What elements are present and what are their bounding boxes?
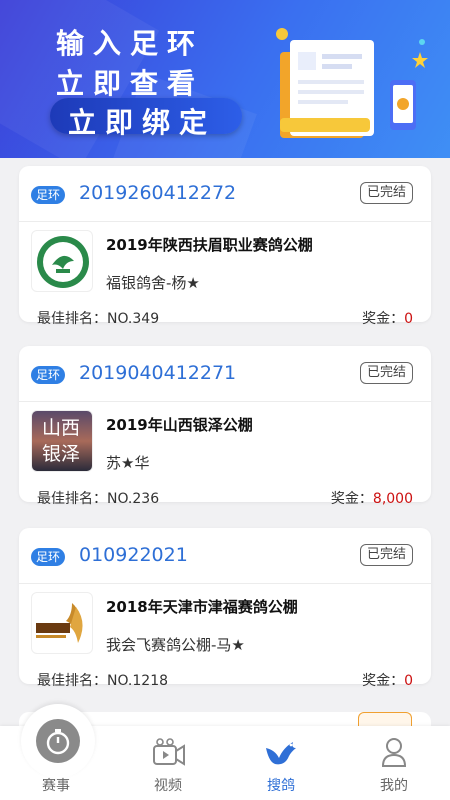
user-icon <box>381 738 407 767</box>
rank-label: 最佳排名： <box>37 491 107 507</box>
video-icon <box>153 738 185 766</box>
prize-label: 奖金： <box>330 491 373 507</box>
prize-value: 8,000 <box>372 491 413 507</box>
rank-label: 最佳排名： <box>37 311 107 327</box>
card-header: 足环 2019260412272 已完结 <box>19 166 431 222</box>
loft-owner: 我会飞赛鸽公棚-马★ <box>106 636 245 654</box>
best-rank: 最佳排名：NO.1218 <box>37 670 168 690</box>
tab-label: 我的 <box>380 778 408 794</box>
prize: 奖金：8,000 <box>331 488 413 508</box>
tab-label: 赛事 <box>42 778 70 794</box>
timer-icon <box>36 719 80 763</box>
loft-owner: 福银鸽舍-杨★ <box>106 274 200 292</box>
banner-line-3: 立即绑定 <box>68 106 217 139</box>
tab-mine[interactable]: 我的 <box>338 726 450 800</box>
tab-search-pigeon[interactable]: 搜鸽 <box>225 726 337 800</box>
top-banner[interactable]: 输入足环 立即查看 立即绑定 <box>0 0 450 158</box>
club-logo-icon <box>31 230 93 292</box>
rank-value: NO.236 <box>107 491 160 507</box>
prize: 奖金：0 <box>362 670 413 690</box>
rank-label: 最佳排名： <box>37 673 107 689</box>
prize-value: 0 <box>404 673 413 689</box>
ring-tag: 足环 <box>31 186 66 204</box>
ring-tag: 足环 <box>31 548 66 566</box>
ring-record-card[interactable]: 足环 010922021 已完结 2018年天津市津福赛鸽公棚 我会飞赛鸽公棚-… <box>19 528 431 689</box>
prize-value: 0 <box>404 311 413 327</box>
best-rank: 最佳排名：NO.236 <box>37 488 159 508</box>
tab-video[interactable]: 视频 <box>112 726 224 800</box>
banner-line-2: 立即查看 <box>56 67 205 100</box>
ring-record-card[interactable]: 足环 2019260412272 已完结 2019年陕西扶眉职业赛鸽公棚 福银鸽… <box>19 166 431 327</box>
status-badge: 已完结 <box>359 182 413 204</box>
tab-label: 视频 <box>154 778 182 794</box>
ring-record-card[interactable]: 足环 2019040412271 已完结 山西 银泽 2019年山西银泽公棚 苏… <box>19 346 431 507</box>
events-center-button[interactable] <box>21 704 95 778</box>
status-badge-partial <box>358 712 412 726</box>
rank-value: NO.1218 <box>107 673 169 689</box>
race-name: 2019年山西银泽公棚 <box>106 416 253 434</box>
logo-text: 山西 <box>42 417 81 439</box>
club-logo-icon <box>31 592 93 654</box>
banner-line-1: 输入足环 <box>56 27 205 60</box>
status-badge: 已完结 <box>359 362 413 384</box>
ring-number: 010922021 <box>79 544 188 566</box>
bird-icon <box>266 742 296 765</box>
ring-number: 2019260412272 <box>79 182 237 204</box>
prize-label: 奖金： <box>362 311 405 327</box>
race-name: 2018年天津市津福赛鸽公棚 <box>106 598 298 616</box>
race-name: 2019年陕西扶眉职业赛鸽公棚 <box>106 236 313 254</box>
prize: 奖金：0 <box>362 308 413 328</box>
status-badge: 已完结 <box>359 544 413 566</box>
ring-tag: 足环 <box>31 366 66 384</box>
tab-label: 搜鸽 <box>267 778 295 794</box>
card-header: 足环 010922021 已完结 <box>19 528 431 584</box>
logo-text: 银泽 <box>42 443 81 465</box>
ring-number: 2019040412271 <box>79 362 237 384</box>
prize-label: 奖金： <box>362 673 405 689</box>
document-phone-illustration-icon <box>276 28 428 138</box>
loft-owner: 苏★华 <box>106 454 150 472</box>
rank-value: NO.349 <box>107 311 160 327</box>
best-rank: 最佳排名：NO.349 <box>37 308 159 328</box>
card-header: 足环 2019040412271 已完结 <box>19 346 431 402</box>
club-logo-icon: 山西 银泽 <box>31 410 93 472</box>
